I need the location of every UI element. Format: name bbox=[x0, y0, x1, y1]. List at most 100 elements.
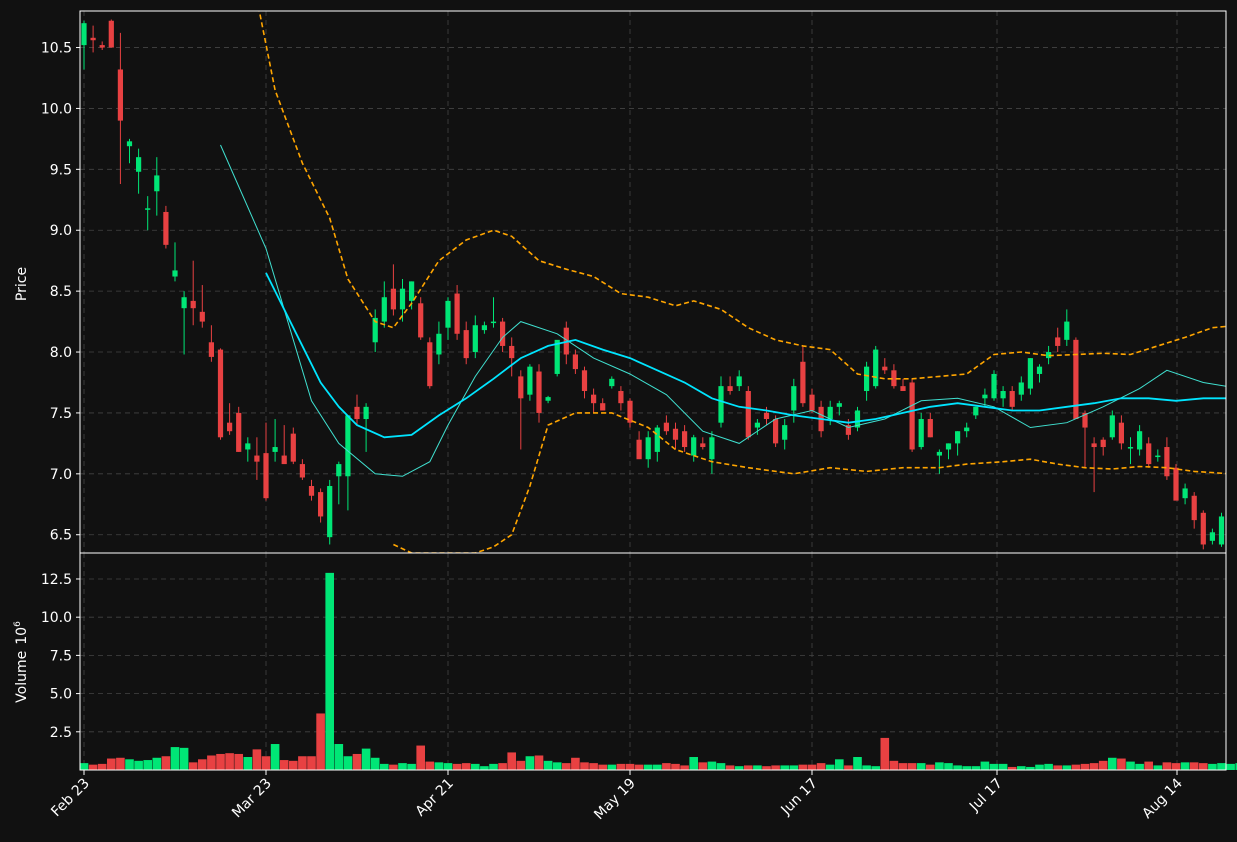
candle-up bbox=[836, 403, 842, 407]
volume-bar-down bbox=[580, 762, 589, 770]
volume-bar-up bbox=[1208, 763, 1217, 770]
candle-up bbox=[245, 443, 251, 450]
candle-up bbox=[955, 431, 961, 444]
volume-bar-up bbox=[243, 757, 253, 770]
candle-down bbox=[618, 391, 624, 404]
candle-down bbox=[254, 455, 260, 462]
volume-bar-down bbox=[844, 765, 853, 770]
volume-bar-up bbox=[334, 744, 344, 770]
volume-bar-down bbox=[1098, 760, 1108, 770]
candle-up bbox=[126, 141, 133, 147]
candle-up bbox=[754, 422, 760, 428]
volume-bar-down bbox=[425, 761, 435, 770]
candle-down bbox=[354, 406, 360, 420]
volume-bar-down bbox=[216, 753, 225, 770]
candle-up bbox=[718, 386, 724, 423]
candle-down bbox=[1100, 439, 1106, 448]
volume-axis-label-text: Volume bbox=[14, 651, 30, 703]
volume-bar-down bbox=[88, 764, 98, 770]
volume-bar-down bbox=[1144, 761, 1153, 770]
price-tick-label: 8.0 bbox=[50, 345, 72, 361]
candle-down bbox=[199, 311, 205, 322]
volume-tick-label: 10.0 bbox=[41, 610, 72, 626]
candle-down bbox=[190, 300, 196, 309]
candle-up bbox=[973, 406, 979, 416]
candle-down bbox=[427, 342, 433, 387]
candle-down bbox=[763, 412, 770, 420]
volume-bar-up bbox=[543, 760, 553, 770]
volume-axis-label: Volume106 bbox=[13, 621, 30, 703]
volume-bar-down bbox=[1089, 763, 1099, 770]
volume-bar-down bbox=[1117, 758, 1126, 770]
volume-bar-up bbox=[753, 765, 762, 770]
candle-up bbox=[136, 157, 142, 172]
volume-bar-up bbox=[398, 763, 407, 770]
candle-down bbox=[745, 391, 751, 438]
volume-bar-down bbox=[225, 753, 234, 770]
candle-down bbox=[1146, 443, 1152, 465]
volume-bar-down bbox=[889, 760, 899, 770]
volume-bar-up bbox=[835, 759, 844, 770]
chart-background bbox=[0, 0, 1237, 842]
candle-down bbox=[1173, 467, 1179, 501]
volume-bar-up bbox=[434, 762, 444, 770]
price-tick-label: 7.0 bbox=[50, 467, 72, 483]
volume-bar-up bbox=[998, 763, 1008, 770]
candle-up bbox=[645, 437, 651, 460]
candle-up bbox=[945, 443, 952, 450]
volume-bar-down bbox=[516, 760, 526, 770]
volume-tick-label: 7.5 bbox=[50, 648, 72, 664]
volume-bar-up bbox=[653, 764, 662, 770]
candle-down bbox=[927, 419, 933, 438]
volume-bar-down bbox=[234, 753, 243, 770]
candle-down bbox=[454, 293, 460, 334]
volume-bar-up bbox=[143, 760, 152, 770]
candle-down bbox=[99, 45, 105, 48]
candle-down bbox=[308, 486, 315, 496]
volume-bar-up bbox=[443, 763, 453, 770]
price-tick-label: 10.0 bbox=[41, 101, 72, 117]
volume-bar-down bbox=[1189, 762, 1199, 770]
candle-down bbox=[263, 453, 269, 499]
volume-bar-down bbox=[898, 763, 908, 770]
candle-up bbox=[445, 300, 451, 328]
volume-bar-up bbox=[179, 747, 189, 770]
candle-up bbox=[936, 451, 942, 456]
candle-up bbox=[991, 373, 997, 399]
volume-bar-down bbox=[634, 764, 644, 770]
candle-down bbox=[117, 69, 123, 121]
volume-bar-down bbox=[198, 759, 207, 770]
volume-bar-up bbox=[1135, 763, 1144, 770]
volume-tick-label: 2.5 bbox=[50, 725, 72, 741]
candle-up bbox=[654, 427, 660, 452]
volume-bar-up bbox=[962, 766, 971, 770]
candle-down bbox=[727, 386, 733, 392]
candle-down bbox=[1055, 337, 1061, 346]
volume-bar-up bbox=[971, 766, 981, 770]
volume-bar-down bbox=[316, 713, 325, 770]
volume-bar-up bbox=[853, 757, 862, 770]
volume-bar-up bbox=[125, 759, 134, 770]
volume-bar-up bbox=[935, 762, 944, 770]
candle-up bbox=[1064, 321, 1070, 340]
volume-bar-up bbox=[471, 763, 480, 770]
candle-down bbox=[509, 345, 515, 359]
candle-down bbox=[90, 37, 96, 41]
volume-bar-down bbox=[298, 756, 307, 770]
candle-up bbox=[1182, 488, 1188, 499]
candle-up bbox=[873, 349, 879, 387]
volume-bar-down bbox=[307, 756, 316, 770]
volume-bar-down bbox=[589, 763, 598, 770]
price-axis-label: Price bbox=[14, 267, 30, 301]
volume-bar-down bbox=[762, 766, 771, 770]
candle-down bbox=[591, 394, 597, 404]
volume-bar-down bbox=[116, 757, 125, 770]
volume-bar-up bbox=[944, 763, 953, 770]
volume-bar-down bbox=[926, 764, 935, 770]
candle-down bbox=[500, 321, 506, 346]
price-tick-label: 8.5 bbox=[50, 284, 72, 300]
candle-up bbox=[1027, 358, 1033, 389]
candle-up bbox=[609, 378, 615, 387]
volume-bar-up bbox=[325, 572, 334, 770]
volume-bar-down bbox=[207, 755, 216, 770]
